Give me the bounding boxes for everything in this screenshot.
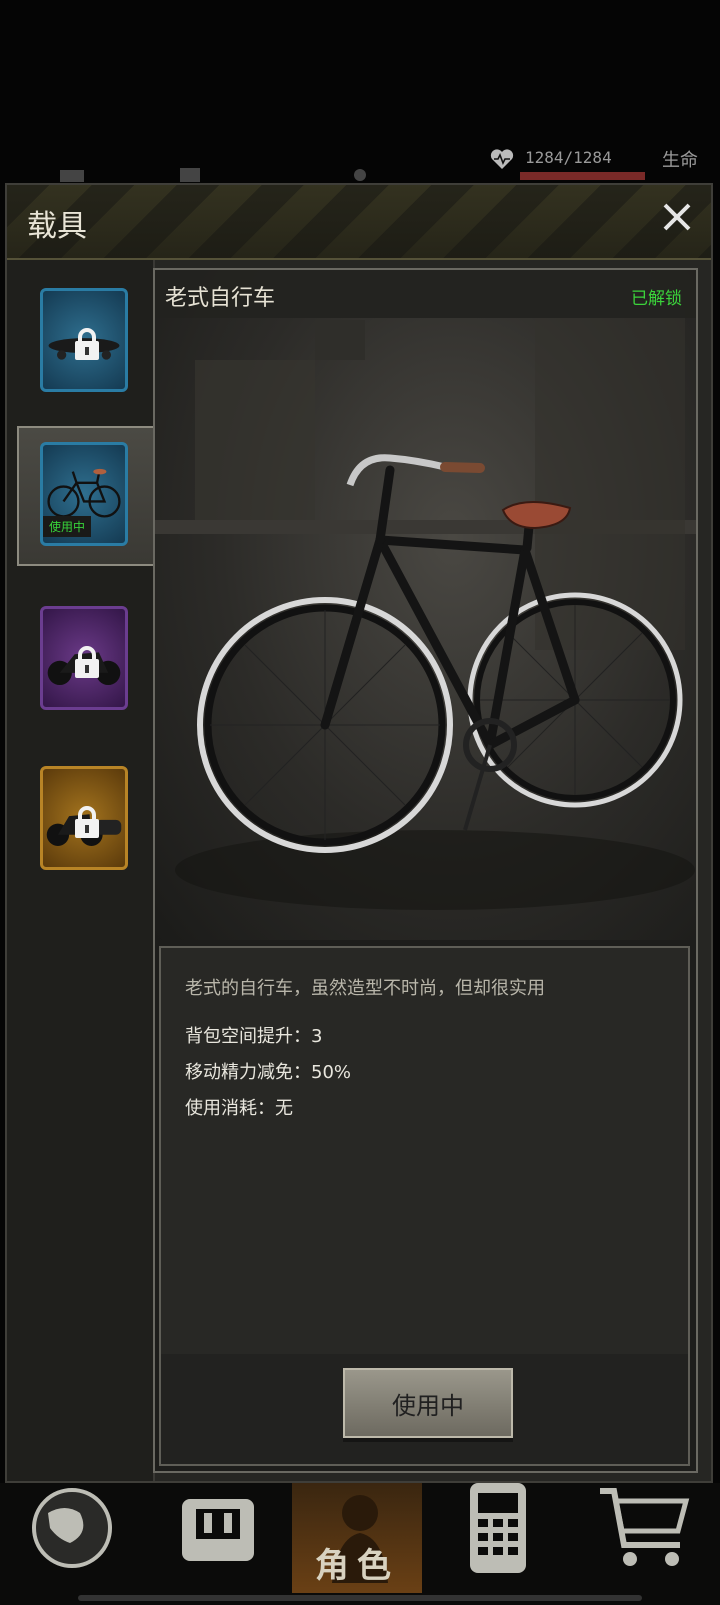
vehicle-thumb (40, 766, 128, 870)
nav-device[interactable] (460, 1483, 580, 1593)
vehicle-description: 老式的自行车，虽然造型不时尚，但却很实用 (185, 978, 545, 999)
in-use-button[interactable]: 使用中 (343, 1368, 513, 1438)
vehicle-list: 使用中 (7, 260, 155, 1481)
cart-icon (600, 1488, 690, 1566)
backpack-icon (182, 1499, 254, 1561)
in-use-tag: 使用中 (43, 516, 92, 537)
background-icons (60, 168, 366, 182)
lock-icon (75, 328, 99, 360)
lock-icon (75, 646, 99, 678)
bicycle-illustration (155, 310, 696, 910)
globe-icon (32, 1488, 112, 1568)
vehicle-thumb (40, 288, 128, 392)
vehicle-panel: 载具 使用中 老式自行车 已解锁 老式的自行车，虽然造型不时尚，但却很实用 背包… (5, 183, 713, 1483)
hp-label: 生命 (662, 150, 698, 171)
hp-value: 1284/1284 (525, 148, 612, 167)
action-bar: 使用中 (161, 1354, 688, 1464)
home-indicator[interactable] (78, 1595, 642, 1601)
vehicle-description-box: 老式的自行车，虽然造型不时尚，但却很实用 背包空间提升：3 移动精力减免：50%… (159, 946, 690, 1466)
panel-header: 载具 (7, 185, 711, 260)
vehicle-thumb (40, 606, 128, 710)
panel-title: 载具 (27, 209, 87, 244)
vehicle-slot-bicycle[interactable]: 使用中 (17, 426, 155, 566)
unlock-status: 已解锁 (631, 289, 682, 309)
vehicle-slot-motorcycle[interactable] (17, 590, 151, 730)
stat-backpack-space: 背包空间提升：3 (185, 1026, 323, 1047)
vehicle-name-bar: 老式自行车 已解锁 (155, 270, 696, 318)
bottom-nav: 角色 (0, 1483, 720, 1605)
lock-icon (75, 806, 99, 838)
hp-bar (520, 172, 645, 180)
vehicle-detail: 老式自行车 已解锁 老式的自行车，虽然造型不时尚，但却很实用 背包空间提升：3 … (153, 268, 698, 1473)
stat-usage-cost: 使用消耗：无 (185, 1098, 293, 1119)
heart-icon (490, 149, 514, 169)
nav-shop[interactable] (600, 1483, 720, 1593)
vehicle-slot-sidecar-motorcycle[interactable] (17, 750, 151, 890)
phone-icon (470, 1483, 526, 1573)
nav-character-label: 角色 (315, 1546, 399, 1586)
stat-stamina-reduction: 移动精力减免：50% (185, 1062, 352, 1083)
vehicle-name: 老式自行车 (165, 286, 276, 311)
vehicle-thumb: 使用中 (40, 442, 128, 546)
nav-backpack[interactable] (170, 1483, 290, 1593)
vehicle-slot-skateboard[interactable] (17, 272, 151, 412)
nav-character[interactable]: 角色 (292, 1483, 422, 1593)
close-icon[interactable] (657, 197, 697, 237)
nav-map[interactable] (20, 1483, 140, 1593)
vehicle-showcase (155, 270, 696, 940)
